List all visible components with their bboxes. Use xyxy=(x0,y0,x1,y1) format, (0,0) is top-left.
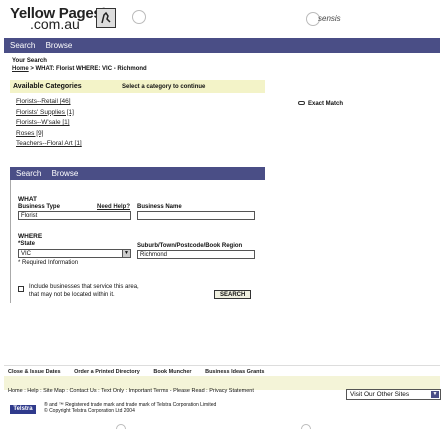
search-tab[interactable]: Search xyxy=(16,169,41,178)
what-heading: WHAT xyxy=(18,196,38,203)
order-printed-directory-link[interactable]: Order a Printed Directory xyxy=(74,369,140,375)
punch-hole xyxy=(301,424,311,429)
business-ideas-grants-link[interactable]: Business Ideas Grants xyxy=(205,369,264,375)
breadcrumb-home-link[interactable]: Home xyxy=(12,66,29,72)
browse-tab[interactable]: Browse xyxy=(52,169,79,178)
exact-match-toggle[interactable]: Exact Match xyxy=(298,101,343,107)
suburb-input[interactable]: Richmond xyxy=(137,250,255,259)
categories-title: Available Categories xyxy=(13,83,82,90)
nav-browse-tab[interactable]: Browse xyxy=(46,41,73,50)
category-link[interactable]: Florists--Retail [46] xyxy=(16,97,82,108)
categories-hint: Select a category to continue xyxy=(122,84,206,90)
search-button[interactable]: SEARCH xyxy=(214,290,252,299)
close-issue-dates-link[interactable]: Close & Issue Dates xyxy=(8,369,61,375)
category-link[interactable]: Florists--W'sale [1] xyxy=(16,118,82,129)
punch-hole xyxy=(132,10,146,24)
footer-links[interactable]: Home : Help : Site Map : Contact Us : Te… xyxy=(8,388,254,394)
state-select[interactable]: VIC ▼ xyxy=(18,249,131,258)
breadcrumb: Home > WHAT: Florist WHERE: VIC - Richmo… xyxy=(12,66,147,72)
bottom-menu: Close & Issue Dates Order a Printed Dire… xyxy=(8,369,276,375)
search-panel-header: Search Browse xyxy=(10,167,265,180)
state-label: *State xyxy=(18,241,36,247)
include-businesses-label: Include businesses that service this are… xyxy=(29,284,139,298)
business-name-input[interactable] xyxy=(137,211,255,220)
business-name-label: Business Name xyxy=(137,204,182,210)
walking-fingers-logo-icon xyxy=(96,8,116,28)
include-businesses-checkbox[interactable] xyxy=(18,286,24,294)
divider xyxy=(4,365,440,366)
punch-hole xyxy=(116,424,126,429)
category-link[interactable]: Florists' Supplies [1] xyxy=(16,108,82,119)
need-help-link[interactable]: Need Help? xyxy=(97,204,130,210)
sensis-logo[interactable]: sensis xyxy=(318,14,341,23)
book-muncher-link[interactable]: Book Muncher xyxy=(153,369,191,375)
business-type-input[interactable]: Florist xyxy=(18,211,131,220)
category-link[interactable]: Teachers--Floral Art [1] xyxy=(16,139,82,150)
category-link[interactable]: Roses [9] xyxy=(16,129,82,140)
nav-search-tab[interactable]: Search xyxy=(10,41,35,50)
telstra-logo[interactable]: Telstra xyxy=(10,405,36,414)
category-list: Florists--Retail [46] Florists' Supplies… xyxy=(16,97,82,150)
other-sites-select[interactable]: Visit Our Other Sites ▼ xyxy=(346,389,441,400)
top-nav-bar: Search Browse xyxy=(4,38,440,53)
business-type-label: Business Type xyxy=(18,204,60,210)
breadcrumb-path: > WHAT: Florist WHERE: VIC - Richmond xyxy=(28,66,147,72)
required-note: * Required Information xyxy=(18,260,79,266)
chevron-down-icon[interactable]: ▼ xyxy=(431,391,439,398)
copyright: ® and ™ Registered trade mark and trade … xyxy=(44,402,217,414)
suburb-label: Suburb/Town/Postcode/Book Region xyxy=(137,243,243,249)
where-heading: WHERE xyxy=(18,233,43,240)
logo-domain: .com.au xyxy=(30,16,80,32)
your-search-label: Your Search xyxy=(12,58,47,64)
categories-header: Available Categories Select a category t… xyxy=(10,80,265,93)
exact-match-icon xyxy=(298,101,305,106)
chevron-down-icon[interactable]: ▼ xyxy=(122,250,130,257)
